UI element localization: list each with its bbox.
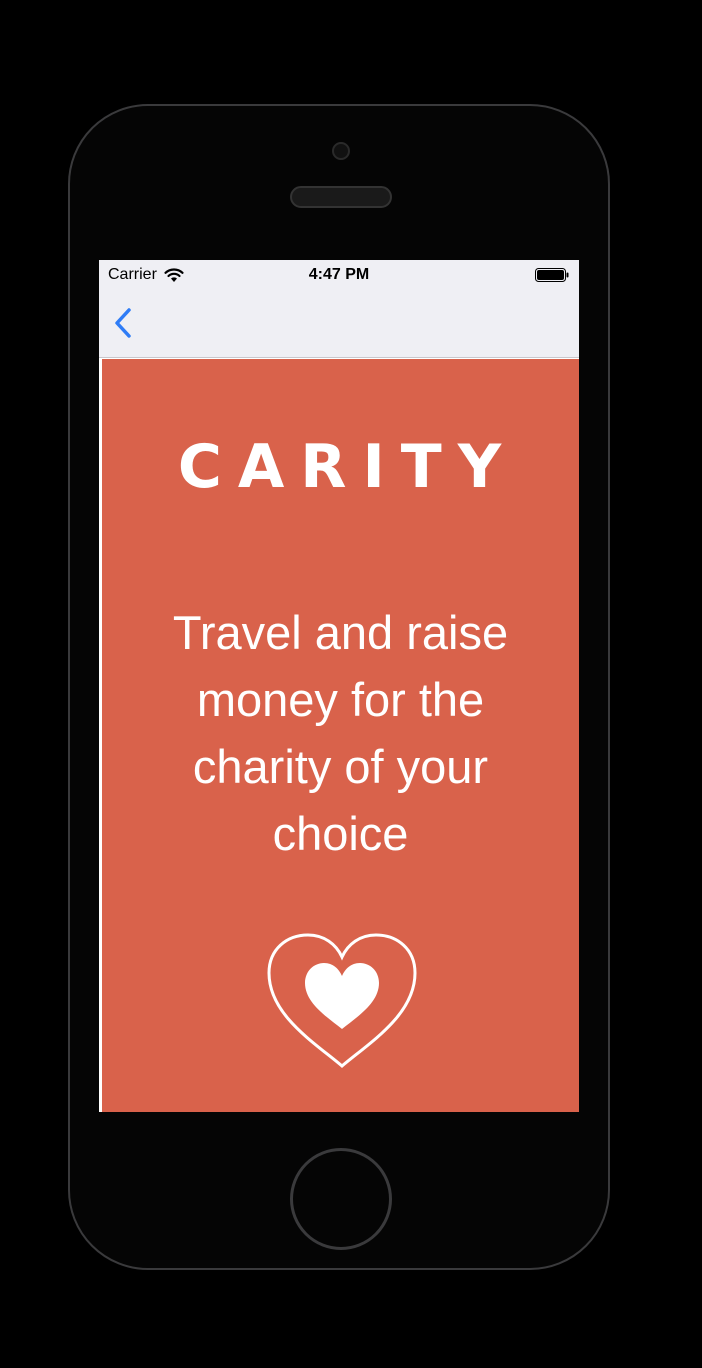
onboarding-panel: CARITY Travel and raise money for the ch… <box>102 359 579 1112</box>
status-bar: Carrier 4:47 PM <box>99 260 579 290</box>
home-button[interactable] <box>290 1148 392 1250</box>
back-button[interactable] <box>109 304 139 344</box>
earpiece-speaker <box>290 186 392 208</box>
battery-icon <box>535 268 569 282</box>
brand-logo: CARITY <box>177 432 518 502</box>
chevron-left-icon <box>115 308 131 338</box>
phone-screen: Carrier 4:47 PM CARITY Travel and raise … <box>99 260 579 1112</box>
tagline-text: Travel and raise money for the charity o… <box>172 606 509 860</box>
status-time: 4:47 PM <box>308 266 370 283</box>
navigation-bar <box>99 290 579 358</box>
front-camera <box>332 142 350 160</box>
heart-icon <box>267 933 417 1068</box>
